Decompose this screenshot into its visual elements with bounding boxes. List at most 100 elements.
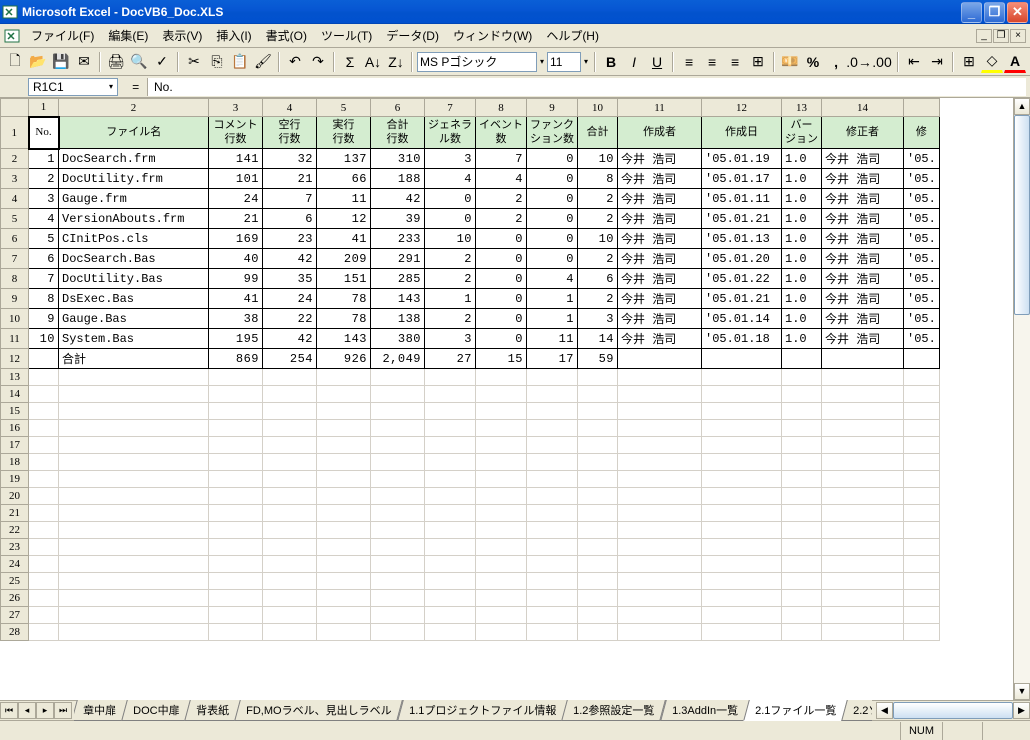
cell[interactable]: 2 <box>425 309 476 329</box>
cell[interactable] <box>702 437 782 454</box>
align-left-button[interactable]: ≡ <box>678 51 700 73</box>
tab-last-button[interactable]: ⏭ <box>54 702 72 719</box>
cell[interactable] <box>578 420 618 437</box>
cell[interactable]: 7 <box>476 149 527 169</box>
cell[interactable]: 0 <box>476 289 527 309</box>
cell[interactable] <box>702 556 782 573</box>
cell[interactable]: 7 <box>29 269 59 289</box>
sheet-tab[interactable]: 1.1プロジェクトファイル情報 <box>397 700 568 721</box>
cell[interactable] <box>263 403 317 420</box>
cell[interactable] <box>476 539 527 556</box>
cell[interactable]: 今井 浩司 <box>822 149 904 169</box>
cell[interactable] <box>59 590 209 607</box>
cell[interactable] <box>263 437 317 454</box>
cell[interactable] <box>209 505 263 522</box>
cell[interactable] <box>29 420 59 437</box>
cell[interactable] <box>476 573 527 590</box>
cell[interactable] <box>209 590 263 607</box>
cell[interactable]: DocUtility.Bas <box>59 269 209 289</box>
cell[interactable] <box>371 454 425 471</box>
cell[interactable]: 今井 浩司 <box>822 289 904 309</box>
cell[interactable]: 5 <box>29 229 59 249</box>
cell[interactable]: 0 <box>425 209 476 229</box>
cell[interactable]: 10 <box>578 229 618 249</box>
cell[interactable]: 14 <box>578 329 618 349</box>
cell[interactable] <box>476 556 527 573</box>
cell[interactable]: 24 <box>263 289 317 309</box>
cell[interactable] <box>578 386 618 403</box>
cell[interactable]: 8 <box>29 289 59 309</box>
cell[interactable]: 869 <box>209 349 263 369</box>
spell-button[interactable]: ✓ <box>151 51 173 73</box>
cell[interactable] <box>527 556 578 573</box>
cell[interactable]: 0 <box>425 189 476 209</box>
sheet-tab[interactable]: 2.1ファイル一覧 <box>743 700 848 721</box>
cell[interactable] <box>209 488 263 505</box>
col-header[interactable]: 1 <box>29 99 59 117</box>
cell[interactable]: 254 <box>263 349 317 369</box>
cell[interactable] <box>702 488 782 505</box>
cell[interactable] <box>425 369 476 386</box>
fill-color-button[interactable]: ◇ <box>981 51 1003 73</box>
close-button[interactable]: ✕ <box>1007 2 1028 23</box>
cell[interactable] <box>618 488 702 505</box>
cell[interactable] <box>263 386 317 403</box>
cell[interactable]: 21 <box>263 169 317 189</box>
cell[interactable] <box>904 590 940 607</box>
cell[interactable] <box>782 505 822 522</box>
cell[interactable] <box>782 522 822 539</box>
row-header[interactable]: 20 <box>1 488 29 505</box>
cell[interactable]: Gauge.frm <box>59 189 209 209</box>
cell[interactable] <box>59 624 209 641</box>
cell[interactable]: 0 <box>476 249 527 269</box>
cell[interactable] <box>822 369 904 386</box>
header-cell[interactable]: 実行行数 <box>317 117 371 149</box>
cell[interactable] <box>476 607 527 624</box>
cell[interactable] <box>618 437 702 454</box>
row-header[interactable]: 12 <box>1 349 29 369</box>
cell[interactable]: 0 <box>527 149 578 169</box>
cell[interactable] <box>317 539 371 556</box>
inc-decimal-button[interactable]: .0→ <box>848 51 870 73</box>
italic-button[interactable]: I <box>623 51 645 73</box>
cell[interactable] <box>59 573 209 590</box>
sheet-tab[interactable]: 2.2ソー <box>841 700 872 721</box>
header-cell[interactable]: イベント数 <box>476 117 527 149</box>
row-header[interactable]: 24 <box>1 556 29 573</box>
cell[interactable]: 42 <box>371 189 425 209</box>
cell[interactable] <box>317 437 371 454</box>
cell[interactable]: 138 <box>371 309 425 329</box>
cell[interactable]: 今井 浩司 <box>822 249 904 269</box>
currency-button[interactable]: 💴 <box>779 51 801 73</box>
cell[interactable]: 209 <box>317 249 371 269</box>
cell[interactable]: DocSearch.frm <box>59 149 209 169</box>
row-header[interactable]: 21 <box>1 505 29 522</box>
cell[interactable] <box>371 488 425 505</box>
cell[interactable] <box>425 556 476 573</box>
cell[interactable] <box>263 454 317 471</box>
chevron-down-icon[interactable]: ▾ <box>538 57 546 66</box>
cell[interactable] <box>702 454 782 471</box>
cell[interactable] <box>59 471 209 488</box>
cell[interactable] <box>29 369 59 386</box>
cell[interactable] <box>59 488 209 505</box>
cell[interactable] <box>317 420 371 437</box>
cell[interactable] <box>209 573 263 590</box>
cell[interactable] <box>618 590 702 607</box>
cell[interactable] <box>59 522 209 539</box>
cell[interactable]: 0 <box>476 309 527 329</box>
font-color-button[interactable]: A <box>1004 51 1026 73</box>
cell[interactable] <box>209 437 263 454</box>
cell[interactable]: 41 <box>317 229 371 249</box>
font-select[interactable] <box>417 52 537 72</box>
copy-button[interactable]: ⎘ <box>206 51 228 73</box>
sheet-tab[interactable]: DOC中扉 <box>121 700 191 721</box>
cell[interactable]: 78 <box>317 289 371 309</box>
cell[interactable] <box>527 522 578 539</box>
cell[interactable] <box>822 624 904 641</box>
cell[interactable]: 1.0 <box>782 329 822 349</box>
row-header[interactable]: 23 <box>1 539 29 556</box>
cell[interactable] <box>822 590 904 607</box>
cell[interactable] <box>209 539 263 556</box>
cell[interactable] <box>527 488 578 505</box>
